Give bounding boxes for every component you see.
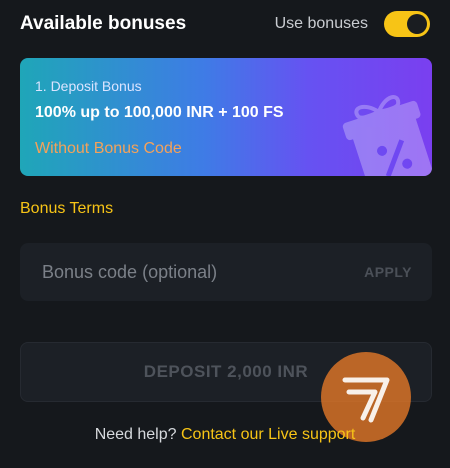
bonus-terms-link[interactable]: Bonus Terms — [20, 200, 113, 218]
use-bonuses-label: Use bonuses — [274, 15, 368, 32]
bonus-header: Available bonuses Use bonuses — [20, 10, 430, 38]
page-title: Available bonuses — [20, 13, 187, 34]
gift-icon — [342, 95, 432, 176]
bonus-index-label: 1. Deposit Bonus — [35, 78, 142, 94]
bonus-code-input[interactable] — [40, 260, 294, 284]
deposit-bonus-card[interactable]: 1. Deposit Bonus 100% up to 100,000 INR … — [20, 58, 432, 176]
help-prefix: Need help? — [94, 426, 177, 443]
use-bonuses-control: Use bonuses — [275, 11, 430, 37]
apply-button[interactable]: APPLY — [364, 264, 412, 280]
bonus-code-note: Without Bonus Code — [35, 140, 182, 157]
live-support-link[interactable]: Contact our Live support — [181, 426, 355, 443]
bonus-panel: Available bonuses Use bonuses 1. Deposit… — [0, 0, 450, 468]
toggle-knob — [407, 14, 427, 34]
bonus-amount: 100% up to 100,000 INR + 100 FS — [35, 104, 284, 121]
use-bonuses-toggle[interactable] — [384, 11, 430, 37]
help-line: Need help? Contact our Live support — [0, 426, 450, 444]
bonus-code-field: APPLY — [20, 243, 432, 301]
